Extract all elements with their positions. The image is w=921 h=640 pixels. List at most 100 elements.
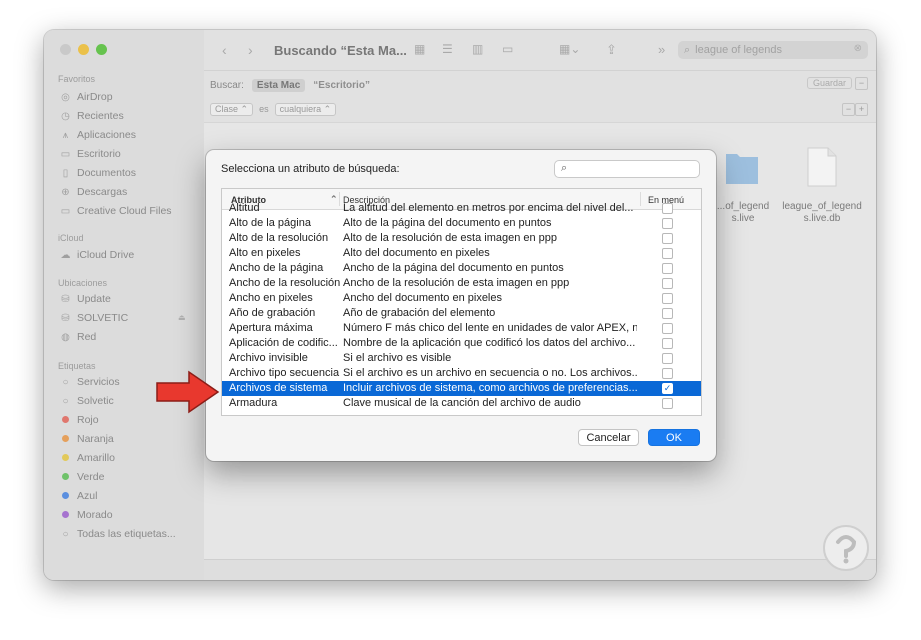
attribute-search-field[interactable]: ⌕ xyxy=(554,160,700,178)
en-menu-checkbox[interactable] xyxy=(662,353,673,364)
table-row[interactable]: Ancho de la página Ancho de la página del… xyxy=(222,261,701,276)
eject-icon[interactable]: ⏏ xyxy=(178,313,186,322)
sidebar-item-documentos[interactable]: ▯ Documentos xyxy=(60,164,136,182)
en-menu-checkbox[interactable]: ✓ xyxy=(662,383,673,394)
zoom-window-button[interactable] xyxy=(96,44,107,55)
table-row[interactable]: Aplicación de codific... Nombre de la apl… xyxy=(222,336,701,351)
cancel-button[interactable]: Cancelar xyxy=(578,429,639,446)
sidebar-item-airdrop[interactable]: ◎ AirDrop xyxy=(60,88,112,106)
sidebar-item-escritorio[interactable]: ▭ Escritorio xyxy=(60,145,121,163)
sidebar-item-label: SOLVETIC xyxy=(77,312,129,324)
forward-icon[interactable]: › xyxy=(248,42,253,58)
table-row[interactable]: Armadura Clave musical de la canción del … xyxy=(222,396,701,411)
remove-criteria-button[interactable]: − xyxy=(842,103,855,116)
sidebar-item-todas-las-etiquetas[interactable]: ○ Todas las etiquetas... xyxy=(60,525,175,543)
en-menu-checkbox[interactable] xyxy=(662,278,673,289)
table-row[interactable]: Ancho de la resolución Ancho de la resolu… xyxy=(222,276,701,291)
solvetic-logo-icon xyxy=(823,525,869,571)
icon-view-icon[interactable]: ▦ xyxy=(414,42,425,56)
network-icon: ◍ xyxy=(61,331,70,343)
en-menu-checkbox[interactable] xyxy=(662,368,673,379)
search-field[interactable]: ⌕ league of legends ⊗ xyxy=(678,41,868,59)
table-row[interactable]: Altitud La altitud del elemento en metros… xyxy=(222,201,701,216)
window-title: Buscando “Esta Ma... xyxy=(274,43,407,58)
group-icon[interactable]: ▦⌄ xyxy=(559,42,580,56)
tag-color-dot-icon xyxy=(60,491,71,502)
row-attribute: Ancho en pixeles xyxy=(229,292,313,304)
gallery-view-icon[interactable]: ▭ xyxy=(502,42,513,56)
en-menu-checkbox[interactable] xyxy=(662,263,673,274)
remove-criteria-button-top[interactable]: − xyxy=(855,77,868,90)
sidebar-item-label: Naranja xyxy=(77,433,114,445)
sidebar-item-servicios[interactable]: ○ Servicios xyxy=(60,373,119,391)
sidebar-item-update[interactable]: ⛁ Update xyxy=(60,290,111,308)
table-row[interactable]: Ancho en pixeles Ancho del documento en p… xyxy=(222,291,701,306)
row-attribute: Aplicación de codific... xyxy=(229,337,338,349)
table-row[interactable]: Archivo tipo secuencia Si el archivo es u… xyxy=(222,366,701,381)
back-icon[interactable]: ‹ xyxy=(222,42,227,58)
table-rows: Altitud La altitud del elemento en metros… xyxy=(222,202,701,414)
en-menu-checkbox[interactable] xyxy=(662,203,673,214)
table-row[interactable]: Año de grabación Año de grabación del ele… xyxy=(222,306,701,321)
en-menu-checkbox[interactable] xyxy=(662,218,673,229)
sidebar-item-creative-cloud-files[interactable]: ▭ Creative Cloud Files xyxy=(60,202,172,220)
sidebar-section-etiquetas: Etiquetas xyxy=(58,361,96,371)
minimize-window-button[interactable] xyxy=(78,44,89,55)
folder-icon[interactable] xyxy=(724,148,760,186)
sidebar-item-rojo[interactable]: Rojo xyxy=(60,411,99,429)
list-view-icon[interactable]: ☰ xyxy=(442,42,453,56)
file-name-2[interactable]: league_of_legend s.live.db xyxy=(777,201,867,225)
sidebar-item-amarillo[interactable]: Amarillo xyxy=(60,449,115,467)
scope-esta-mac[interactable]: Esta Mac xyxy=(251,78,306,92)
table-row[interactable]: Apertura máxima Número F más chico del le… xyxy=(222,321,701,336)
add-criteria-button[interactable]: + xyxy=(855,103,868,116)
ok-button[interactable]: OK xyxy=(648,429,700,446)
en-menu-checkbox[interactable] xyxy=(662,233,673,244)
more-toolbar-icon[interactable]: » xyxy=(658,42,665,57)
sidebar-item-solvetic[interactable]: ○ Solvetic xyxy=(60,392,114,410)
sidebar-item-label: Azul xyxy=(77,490,98,502)
en-menu-checkbox[interactable] xyxy=(662,248,673,259)
sidebar-item-red[interactable]: ◍ Red xyxy=(60,328,96,346)
apps-icon: ⩚ xyxy=(62,129,69,141)
sidebar-item-descargas[interactable]: ⊕ Descargas xyxy=(60,183,127,201)
sidebar-item-verde[interactable]: Verde xyxy=(60,468,104,486)
sidebar-item-label: Solvetic xyxy=(77,395,114,407)
share-icon[interactable]: ⇪ xyxy=(606,42,617,58)
row-attribute: Archivo tipo secuencia xyxy=(229,367,340,379)
en-menu-checkbox[interactable] xyxy=(662,338,673,349)
drive-icon: ⛁ xyxy=(61,312,70,324)
row-description: Ancho de la página del documento en punt… xyxy=(343,262,564,274)
close-window-button[interactable] xyxy=(60,44,71,55)
sidebar-item-azul[interactable]: Azul xyxy=(60,487,97,505)
sidebar-item-aplicaciones[interactable]: ⩚ Aplicaciones xyxy=(60,126,136,144)
clear-search-icon[interactable]: ⊗ xyxy=(854,43,862,54)
document-file-icon[interactable] xyxy=(806,147,838,187)
criteria-value-select[interactable]: cualquiera ⌃ xyxy=(274,102,337,116)
clock-icon: ◷ xyxy=(61,110,70,122)
tag-outline-icon: ○ xyxy=(62,395,69,407)
en-menu-checkbox[interactable] xyxy=(662,293,673,304)
sidebar-item-icloud-drive[interactable]: ☁ iCloud Drive xyxy=(60,246,135,264)
scope-escritorio[interactable]: “Escritorio” xyxy=(313,80,370,91)
sidebar-item-solvetic[interactable]: ⛁ SOLVETIC xyxy=(60,309,128,327)
sidebar-item-morado[interactable]: Morado xyxy=(60,506,113,524)
criteria-attribute-select[interactable]: Clase ⌃ xyxy=(210,102,254,116)
en-menu-checkbox[interactable] xyxy=(662,323,673,334)
table-row[interactable]: Alto en pixeles Alto del documento en pix… xyxy=(222,246,701,261)
row-attribute: Año de grabación xyxy=(229,307,316,319)
table-row[interactable]: Archivos de sistema Incluir archivos de s… xyxy=(222,381,701,396)
column-view-icon[interactable]: ▥ xyxy=(472,42,483,56)
save-search-button[interactable]: Guardar xyxy=(806,77,852,89)
cloud-icon: ☁ xyxy=(60,249,71,261)
sidebar-item-naranja[interactable]: Naranja xyxy=(60,430,114,448)
row-description: Si el archivo es visible xyxy=(343,352,452,364)
en-menu-checkbox[interactable] xyxy=(662,398,673,409)
row-description: Ancho de la resolución de esta imagen en… xyxy=(343,277,570,289)
en-menu-checkbox[interactable] xyxy=(662,308,673,319)
sidebar-item-recientes[interactable]: ◷ Recientes xyxy=(60,107,124,125)
row-attribute: Archivo invisible xyxy=(229,352,308,364)
table-row[interactable]: Alto de la página Alto de la página del d… xyxy=(222,216,701,231)
table-row[interactable]: Alto de la resolución Alto de la resoluci… xyxy=(222,231,701,246)
table-row[interactable]: Archivo invisible Si el archivo es visibl… xyxy=(222,351,701,366)
